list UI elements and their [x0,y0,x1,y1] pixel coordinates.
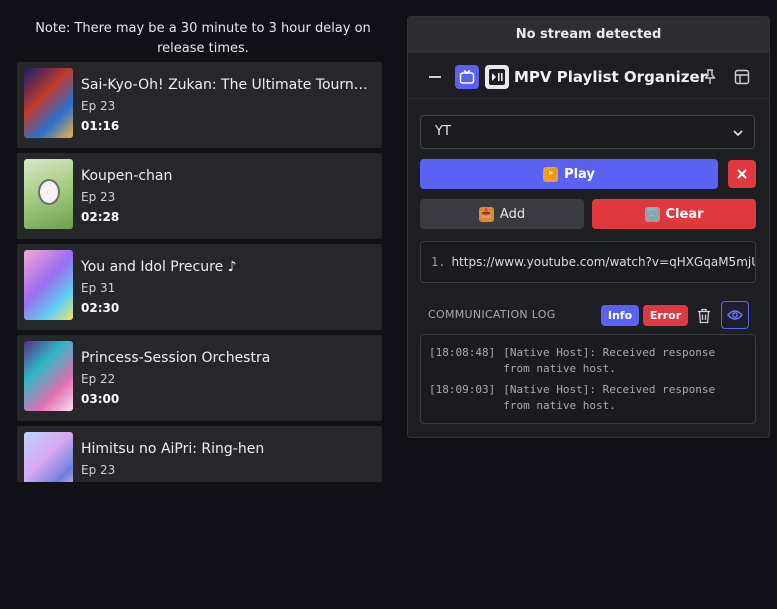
layout-icon[interactable] [730,65,754,89]
eye-icon[interactable] [721,301,749,329]
release-time: 02:28 [81,210,120,224]
anime-title: You and Idol Precure ♪ [81,259,237,275]
anime-thumbnail [24,432,73,482]
schedule-item[interactable]: Koupen-chan Ep 23 02:28 [17,153,382,239]
playlist-select[interactable]: YT [420,115,755,149]
player-icon[interactable] [485,65,509,89]
add-button[interactable]: 📥 Add [420,199,584,229]
wastebasket-icon: 🗑️ [644,206,660,222]
clear-button[interactable]: 🗑️ Clear [592,199,756,229]
episode-number: Ep 23 [81,190,116,204]
error-filter-button[interactable]: Error [643,305,688,326]
play-icon: ▶️ [543,166,559,182]
anime-thumbnail [24,68,73,138]
info-filter-button[interactable]: Info [601,305,639,326]
anime-thumbnail [24,341,73,411]
release-time: 02:30 [81,301,120,315]
add-label: Add [499,206,526,222]
release-time: 01:16 [81,119,120,133]
play-button[interactable]: ▶️ Play [420,159,718,189]
episode-number: Ep 23 [81,463,116,477]
schedule-item[interactable]: Sai-Kyo-Oh! Zukan: The Ultimate Tourname… [17,62,382,148]
stream-status: No stream detected [408,17,769,53]
release-time: 03:00 [81,392,120,406]
anime-thumbnail [24,250,73,320]
playlist-queue: 1. https://www.youtube.com/watch?v=qHXGqa… [420,241,756,283]
anime-title: Princess-Session Orchestra [81,350,271,366]
schedule-list: Sai-Kyo-Oh! Zukan: The Ultimate Tourname… [17,62,382,482]
close-icon [737,169,747,179]
schedule-item[interactable]: You and Idol Precure ♪ Ep 31 02:30 [17,244,382,330]
episode-number: Ep 31 [81,281,116,295]
trash-icon[interactable] [694,306,714,326]
anime-title: Sai-Kyo-Oh! Zukan: The Ultimate Tourname… [81,77,374,93]
schedule-item[interactable]: Princess-Session Orchestra Ep 22 03:00 [17,335,382,421]
schedule-item[interactable]: Himitsu no AiPri: Ring-hen Ep 23 [17,426,382,482]
log-entry: [18:08:48] [Native Host]: Received respo… [429,345,747,377]
episode-number: Ep 22 [81,372,116,386]
anime-title: Koupen-chan [81,168,173,184]
panel-header: MPV Playlist Organizer [408,53,769,99]
log-label: COMMUNICATION LOG [428,308,556,321]
playlist-select-value: YT [435,124,451,139]
mpv-panel: No stream detected MPV Playlist Organize… [407,16,770,438]
close-button[interactable] [728,160,756,188]
queue-item[interactable]: 1. https://www.youtube.com/watch?v=qHXGqa… [421,242,755,282]
communication-log: [18:08:48] [Native Host]: Received respo… [420,334,756,424]
app-title: MPV Playlist Organizer [514,68,708,86]
episode-number: Ep 23 [81,99,116,113]
log-message: [Native Host]: Received response from na… [503,346,716,375]
anime-title: Himitsu no AiPri: Ring-hen [81,441,265,457]
delay-note: Note: There may be a 30 minute to 3 hour… [35,21,371,56]
inbox-icon: 📥 [478,206,494,222]
minimize-icon[interactable] [423,65,447,89]
log-message: [Native Host]: Received response from na… [503,383,716,412]
queue-item-number: 1. [431,255,446,269]
chevron-down-icon [733,130,743,137]
anime-thumbnail [24,159,73,229]
clear-label: Clear [665,206,704,222]
log-time: [18:09:03] [429,383,496,396]
pin-icon[interactable] [698,65,722,89]
play-label: Play [564,166,595,182]
log-entry: [18:09:03] [Native Host]: Received respo… [429,382,747,414]
tv-icon[interactable] [455,65,479,89]
log-time: [18:08:48] [429,346,496,359]
queue-item-url: https://www.youtube.com/watch?v=qHXGqaM5… [451,255,756,269]
